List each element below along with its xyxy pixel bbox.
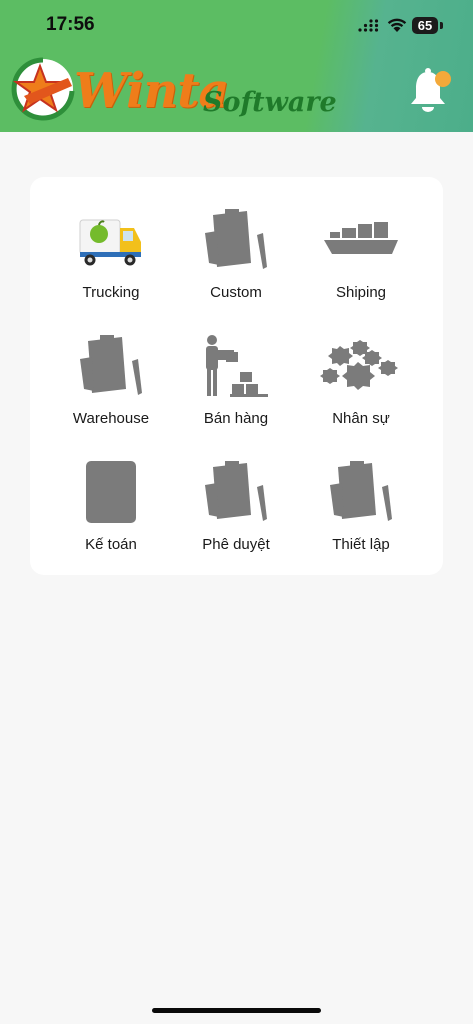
menu-item-label: Custom [210,284,262,301]
menu-item-label: Phê duyệt [202,536,270,553]
ship-icon [301,202,421,278]
menu-item-thiet-lap[interactable]: Thiết lập [301,454,421,564]
clipboard-icon [51,328,171,404]
menu-item-label: Kế toán [85,536,137,553]
menu-item-shiping[interactable]: Shiping [301,202,421,312]
menu-item-nhan-su[interactable]: Nhân sự [301,328,421,438]
menu-item-label: Shiping [335,284,387,301]
winta-logo-icon [11,57,75,121]
menu-item-ke-toan[interactable]: Kế toán [51,454,171,564]
menu-item-ban-hang[interactable]: Bán hàng [176,328,296,438]
cellular-signal-icon [358,19,379,32]
menu-item-label: Nhân sự [332,410,390,427]
status-bar: 17:56 65 [0,0,473,52]
menu-card: Trucking Custom Shiping Warehouse Bán hà… [30,177,443,575]
clipboard-icon [176,202,296,278]
menu-item-custom[interactable]: Custom [176,202,296,312]
menu-item-label: Bán hàng [203,410,269,427]
clipboard-icon [176,454,296,530]
notification-dot [435,71,451,87]
tablet-icon [51,454,171,530]
menu-item-label: Warehouse [72,410,150,427]
menu-item-phe-duyet[interactable]: Phê duyệt [176,454,296,564]
brand-subtitle: Software [203,87,337,118]
wifi-icon [387,18,407,32]
menu-item-trucking[interactable]: Trucking [51,202,171,312]
menu-item-label: Trucking [82,284,140,301]
app-header: 17:56 65 Winta Software [0,0,473,132]
bell-icon[interactable] [408,66,454,114]
menu-item-label: Thiết lập [332,536,390,553]
clipboard-icon [301,454,421,530]
menu-item-warehouse[interactable]: Warehouse [51,328,171,438]
truck-icon [51,202,171,278]
battery-tip [440,22,443,29]
gears-icon [301,328,421,404]
battery-indicator: 65 [412,17,438,34]
status-time: 17:56 [46,14,95,35]
home-indicator[interactable] [152,1008,321,1013]
worker-boxes-icon [176,328,296,404]
